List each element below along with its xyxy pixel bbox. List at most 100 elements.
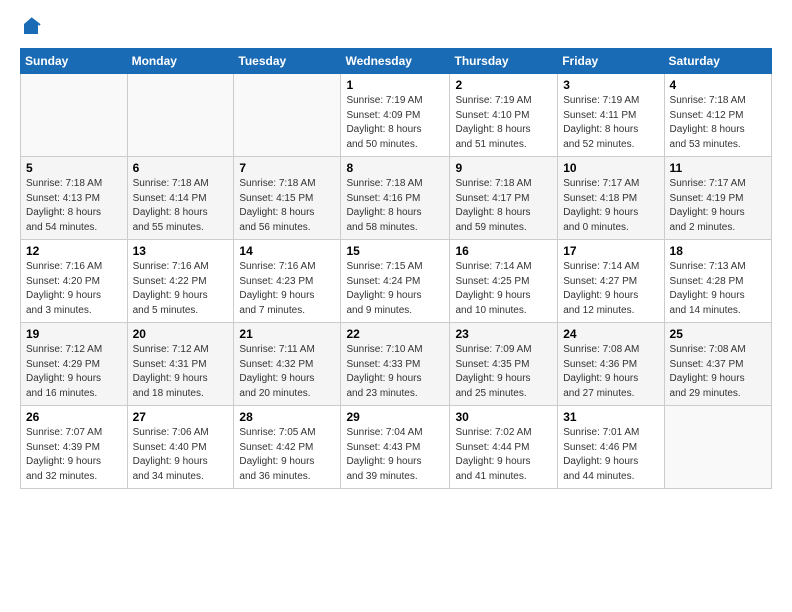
calendar-cell: 12 Sunrise: 7:16 AM Sunset: 4:20 PM Dayli… (21, 240, 128, 323)
day-info: Sunrise: 7:12 AM Sunset: 4:31 PM Dayligh… (133, 343, 229, 401)
calendar-week-2: 5Sunrise: 7:18 AM Sunset: 4:13 PM Daylig… (21, 157, 772, 240)
calendar-header-row: SundayMondayTuesdayWednesdayThursdayFrid… (21, 49, 772, 74)
calendar-cell: 30 Sunrise: 7:02 AM Sunset: 4:44 PM Dayli… (450, 406, 558, 489)
calendar-week-3: 12 Sunrise: 7:16 AM Sunset: 4:20 PM Dayli… (21, 240, 772, 323)
day-info: Sunrise: 7:16 AM Sunset: 4:20 PM Dayligh… (26, 260, 122, 318)
day-info: Sunrise: 7:18 AM Sunset: 4:17 PM Dayligh… (455, 177, 552, 235)
day-number: 10 (563, 161, 658, 175)
weekday-header-sunday: Sunday (21, 49, 128, 74)
calendar-cell: 5Sunrise: 7:18 AM Sunset: 4:13 PM Daylig… (21, 157, 128, 240)
calendar-cell (21, 74, 128, 157)
day-number: 16 (455, 244, 552, 258)
day-number: 9 (455, 161, 552, 175)
day-number: 7 (239, 161, 335, 175)
day-info: Sunrise: 7:19 AM Sunset: 4:10 PM Dayligh… (455, 94, 552, 152)
day-info: Sunrise: 7:04 AM Sunset: 4:43 PM Dayligh… (346, 426, 444, 484)
day-number: 28 (239, 410, 335, 424)
day-info: Sunrise: 7:18 AM Sunset: 4:12 PM Dayligh… (670, 94, 766, 152)
day-info: Sunrise: 7:08 AM Sunset: 4:36 PM Dayligh… (563, 343, 658, 401)
calendar-cell (234, 74, 341, 157)
calendar-cell: 15 Sunrise: 7:15 AM Sunset: 4:24 PM Dayli… (341, 240, 450, 323)
day-number: 14 (239, 244, 335, 258)
logo (20, 16, 44, 38)
calendar-cell: 9 Sunrise: 7:18 AM Sunset: 4:17 PM Daylig… (450, 157, 558, 240)
calendar-cell: 26Sunrise: 7:07 AM Sunset: 4:39 PM Dayli… (21, 406, 128, 489)
calendar-cell: 18Sunrise: 7:13 AM Sunset: 4:28 PM Dayli… (664, 240, 771, 323)
calendar-cell (127, 74, 234, 157)
day-number: 1 (346, 78, 444, 92)
day-info: Sunrise: 7:18 AM Sunset: 4:16 PM Dayligh… (346, 177, 444, 235)
weekday-header-wednesday: Wednesday (341, 49, 450, 74)
calendar-week-5: 26Sunrise: 7:07 AM Sunset: 4:39 PM Dayli… (21, 406, 772, 489)
day-info: Sunrise: 7:17 AM Sunset: 4:18 PM Dayligh… (563, 177, 658, 235)
calendar-cell: 27Sunrise: 7:06 AM Sunset: 4:40 PM Dayli… (127, 406, 234, 489)
day-number: 19 (26, 327, 122, 341)
day-number: 2 (455, 78, 552, 92)
calendar-cell: 21Sunrise: 7:11 AM Sunset: 4:32 PM Dayli… (234, 323, 341, 406)
day-info: Sunrise: 7:10 AM Sunset: 4:33 PM Dayligh… (346, 343, 444, 401)
day-info: Sunrise: 7:19 AM Sunset: 4:11 PM Dayligh… (563, 94, 658, 152)
calendar-cell: 25Sunrise: 7:08 AM Sunset: 4:37 PM Dayli… (664, 323, 771, 406)
calendar-cell: 7 Sunrise: 7:18 AM Sunset: 4:15 PM Daylig… (234, 157, 341, 240)
day-info: Sunrise: 7:18 AM Sunset: 4:15 PM Dayligh… (239, 177, 335, 235)
day-number: 12 (26, 244, 122, 258)
weekday-header-tuesday: Tuesday (234, 49, 341, 74)
weekday-header-thursday: Thursday (450, 49, 558, 74)
day-number: 23 (455, 327, 552, 341)
logo-icon (20, 16, 42, 38)
calendar-cell: 28 Sunrise: 7:05 AM Sunset: 4:42 PM Dayli… (234, 406, 341, 489)
day-info: Sunrise: 7:15 AM Sunset: 4:24 PM Dayligh… (346, 260, 444, 318)
day-number: 3 (563, 78, 658, 92)
day-info: Sunrise: 7:18 AM Sunset: 4:13 PM Dayligh… (26, 177, 122, 235)
calendar-cell: 10 Sunrise: 7:17 AM Sunset: 4:18 PM Dayli… (558, 157, 664, 240)
calendar-cell: 2 Sunrise: 7:19 AM Sunset: 4:10 PM Daylig… (450, 74, 558, 157)
day-number: 30 (455, 410, 552, 424)
calendar-cell: 3 Sunrise: 7:19 AM Sunset: 4:11 PM Daylig… (558, 74, 664, 157)
calendar-cell (664, 406, 771, 489)
day-number: 31 (563, 410, 658, 424)
day-number: 18 (670, 244, 766, 258)
day-number: 29 (346, 410, 444, 424)
calendar-cell: 16Sunrise: 7:14 AM Sunset: 4:25 PM Dayli… (450, 240, 558, 323)
calendar-cell: 19 Sunrise: 7:12 AM Sunset: 4:29 PM Dayli… (21, 323, 128, 406)
day-info: Sunrise: 7:06 AM Sunset: 4:40 PM Dayligh… (133, 426, 229, 484)
day-info: Sunrise: 7:05 AM Sunset: 4:42 PM Dayligh… (239, 426, 335, 484)
day-info: Sunrise: 7:09 AM Sunset: 4:35 PM Dayligh… (455, 343, 552, 401)
calendar-cell: 20 Sunrise: 7:12 AM Sunset: 4:31 PM Dayli… (127, 323, 234, 406)
calendar-cell: 17 Sunrise: 7:14 AM Sunset: 4:27 PM Dayli… (558, 240, 664, 323)
day-info: Sunrise: 7:17 AM Sunset: 4:19 PM Dayligh… (670, 177, 766, 235)
day-number: 13 (133, 244, 229, 258)
weekday-header-saturday: Saturday (664, 49, 771, 74)
calendar-cell: 1 Sunrise: 7:19 AM Sunset: 4:09 PM Daylig… (341, 74, 450, 157)
calendar-table: SundayMondayTuesdayWednesdayThursdayFrid… (20, 48, 772, 489)
day-number: 11 (670, 161, 766, 175)
calendar-cell: 11 Sunrise: 7:17 AM Sunset: 4:19 PM Dayli… (664, 157, 771, 240)
day-info: Sunrise: 7:14 AM Sunset: 4:27 PM Dayligh… (563, 260, 658, 318)
day-info: Sunrise: 7:12 AM Sunset: 4:29 PM Dayligh… (26, 343, 122, 401)
day-number: 8 (346, 161, 444, 175)
page: SundayMondayTuesdayWednesdayThursdayFrid… (0, 0, 792, 612)
calendar-cell: 6Sunrise: 7:18 AM Sunset: 4:14 PM Daylig… (127, 157, 234, 240)
day-info: Sunrise: 7:07 AM Sunset: 4:39 PM Dayligh… (26, 426, 122, 484)
day-number: 20 (133, 327, 229, 341)
calendar-cell: 23 Sunrise: 7:09 AM Sunset: 4:35 PM Dayli… (450, 323, 558, 406)
weekday-header-friday: Friday (558, 49, 664, 74)
day-info: Sunrise: 7:08 AM Sunset: 4:37 PM Dayligh… (670, 343, 766, 401)
day-number: 6 (133, 161, 229, 175)
calendar-cell: 31 Sunrise: 7:01 AM Sunset: 4:46 PM Dayli… (558, 406, 664, 489)
day-number: 17 (563, 244, 658, 258)
calendar-cell: 13 Sunrise: 7:16 AM Sunset: 4:22 PM Dayli… (127, 240, 234, 323)
day-number: 22 (346, 327, 444, 341)
day-number: 21 (239, 327, 335, 341)
day-info: Sunrise: 7:01 AM Sunset: 4:46 PM Dayligh… (563, 426, 658, 484)
weekday-header-monday: Monday (127, 49, 234, 74)
day-info: Sunrise: 7:16 AM Sunset: 4:22 PM Dayligh… (133, 260, 229, 318)
day-number: 24 (563, 327, 658, 341)
calendar-week-1: 1 Sunrise: 7:19 AM Sunset: 4:09 PM Daylig… (21, 74, 772, 157)
day-number: 15 (346, 244, 444, 258)
calendar-cell: 24 Sunrise: 7:08 AM Sunset: 4:36 PM Dayli… (558, 323, 664, 406)
day-info: Sunrise: 7:19 AM Sunset: 4:09 PM Dayligh… (346, 94, 444, 152)
calendar-week-4: 19 Sunrise: 7:12 AM Sunset: 4:29 PM Dayli… (21, 323, 772, 406)
day-info: Sunrise: 7:16 AM Sunset: 4:23 PM Dayligh… (239, 260, 335, 318)
day-info: Sunrise: 7:02 AM Sunset: 4:44 PM Dayligh… (455, 426, 552, 484)
